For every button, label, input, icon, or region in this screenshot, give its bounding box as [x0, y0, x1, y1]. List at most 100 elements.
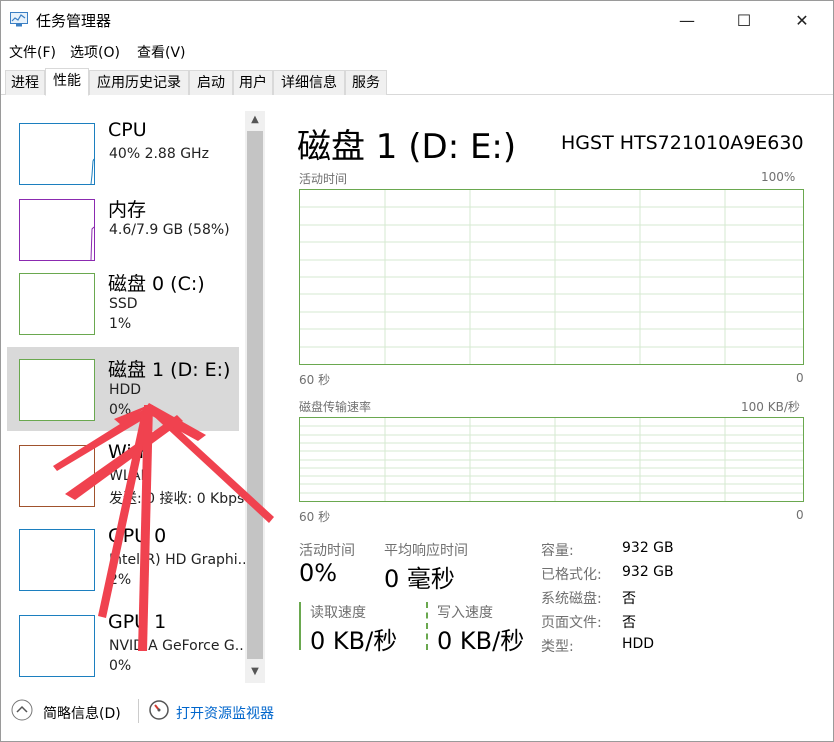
resource-monitor-icon [149, 700, 169, 720]
brief-info-button[interactable]: 简略信息(D) [43, 703, 121, 723]
tab-app-history[interactable]: 应用历史记录 [89, 70, 189, 95]
formatted-label: 已格式化: [541, 567, 602, 583]
tab-startup[interactable]: 启动 [189, 70, 233, 95]
memory-thumbnail [19, 199, 95, 261]
window-title: 任务管理器 [36, 12, 112, 30]
sidebar-item-gpu-1[interactable]: GPU 1 NVIDIA GeForce G... 0% [7, 603, 248, 687]
gpu-0-thumbnail [19, 529, 95, 591]
menu-options[interactable]: 选项(O) [70, 42, 120, 62]
sidebar-item-title: 磁盘 1 (D: E:) [108, 359, 231, 381]
sidebar-item-disk-1[interactable]: 磁盘 1 (D: E:) HDD 0% [7, 347, 239, 431]
minimize-button[interactable]: — [656, 1, 718, 39]
read-speed-label: 读取速度 [310, 605, 366, 621]
sidebar-scrollbar[interactable]: ▲ ▼ [245, 111, 265, 683]
sidebar-item-usage: 发送: 0 接收: 0 Kbps [109, 491, 245, 507]
menu-view[interactable]: 查看(V) [137, 42, 186, 62]
sidebar-item-gpu-0[interactable]: GPU 0 Intel(R) HD Graphi... 2% [7, 517, 251, 601]
capacity-label: 容量: [541, 543, 574, 559]
transfer-rate-grid [300, 418, 803, 501]
sidebar-item-title: CPU [108, 119, 147, 141]
system-disk-value: 否 [622, 591, 636, 607]
title-bar: 任务管理器 — ☐ ✕ [1, 1, 833, 39]
maximize-button[interactable]: ☐ [713, 1, 775, 39]
active-time-graph [299, 189, 804, 365]
task-manager-icon [10, 12, 28, 27]
disk-model: HGST HTS721010A9E630 [561, 132, 804, 154]
sidebar-item-cpu[interactable]: CPU 40% 2.88 GHz [7, 111, 239, 195]
avg-response-label: 平均响应时间 [384, 543, 468, 559]
graph2-max: 100 KB/秒 [741, 400, 800, 414]
sidebar-item-usage: 1% [109, 316, 132, 332]
graph2-label: 磁盘传输速率 [299, 400, 372, 414]
tab-processes[interactable]: 进程 [5, 70, 45, 95]
disk-0-thumbnail [19, 273, 95, 335]
sidebar-item-detail: Intel(R) HD Graphi... [109, 552, 252, 568]
footer-divider [138, 699, 139, 723]
tab-users[interactable]: 用户 [233, 70, 273, 95]
system-disk-label: 系统磁盘: [541, 591, 602, 607]
menu-bar: 文件(F) 选项(O) 查看(V) [1, 39, 833, 63]
tab-performance[interactable]: 性能 [45, 68, 89, 96]
sidebar-item-title: 内存 [108, 199, 147, 221]
open-resource-monitor-link[interactable]: 打开资源监视器 [176, 703, 274, 723]
sidebar-item-title: GPU 0 [108, 525, 167, 547]
sidebar-item-detail: HDD [109, 382, 142, 398]
scroll-up-icon[interactable]: ▲ [245, 111, 265, 129]
scroll-down-icon[interactable]: ▼ [245, 663, 265, 681]
collapse-chevron-icon[interactable] [11, 699, 33, 721]
write-speed-label: 写入速度 [437, 605, 493, 621]
active-time-value: 0% [299, 559, 338, 587]
graph2-time: 60 秒 [299, 510, 331, 524]
graph1-max: 100% [761, 170, 796, 184]
avg-response-value: 0 毫秒 [384, 565, 455, 593]
sidebar-item-disk-0[interactable]: 磁盘 0 (C:) SSD 1% [7, 261, 239, 345]
type-label: 类型: [541, 639, 574, 655]
sidebar-item-wifi[interactable]: Wi-Fi WLAN 发送: 0 接收: 0 Kbps [7, 433, 244, 517]
graph1-label: 活动时间 [299, 172, 348, 186]
wifi-thumbnail [19, 445, 95, 507]
sidebar-item-detail: 4.6/7.9 GB (58%) [109, 222, 230, 238]
sidebar-item-title: GPU 1 [108, 611, 167, 633]
sidebar-item-usage: 0% [109, 658, 132, 674]
sidebar-item-usage: 0% [109, 402, 132, 418]
graph1-min: 0 [796, 371, 804, 385]
page-file-value: 否 [622, 615, 636, 631]
read-speed-value: 0 KB/秒 [310, 627, 398, 655]
capacity-value: 932 GB [622, 540, 674, 556]
sidebar-item-title: Wi-Fi [108, 441, 154, 463]
gpu-1-thumbnail [19, 615, 95, 677]
disk-1-thumbnail [19, 359, 95, 421]
tab-services[interactable]: 服务 [345, 70, 387, 95]
cpu-thumbnail [19, 123, 95, 185]
active-time-grid [300, 190, 803, 364]
sidebar-item-title: 磁盘 0 (C:) [108, 273, 205, 295]
sidebar-item-memory[interactable]: 内存 4.6/7.9 GB (58%) [7, 187, 239, 271]
sidebar-item-detail: NVIDIA GeForce G... [109, 638, 249, 654]
type-value: HDD [622, 636, 655, 652]
menu-file[interactable]: 文件(F) [9, 42, 56, 62]
formatted-value: 932 GB [622, 564, 674, 580]
page-title: 磁盘 1 (D: E:) [297, 127, 517, 167]
graph1-time: 60 秒 [299, 373, 331, 387]
graph2-min: 0 [796, 508, 804, 522]
sidebar-item-detail: WLAN [109, 468, 152, 484]
scroll-thumb[interactable] [247, 131, 263, 659]
page-file-label: 页面文件: [541, 615, 602, 631]
write-speed-value: 0 KB/秒 [437, 627, 525, 655]
transfer-rate-graph [299, 417, 804, 502]
sidebar-item-detail: 40% 2.88 GHz [109, 146, 209, 162]
resource-list: CPU 40% 2.88 GHz 内存 4.6/7.9 GB (58%) 磁盘 … [3, 103, 267, 683]
task-manager-window: 任务管理器 — ☐ ✕ 文件(F) 选项(O) 查看(V) 进程 性能 应用历史… [0, 0, 834, 742]
active-time-label: 活动时间 [299, 543, 355, 559]
write-speed-marker [426, 602, 428, 650]
tab-details[interactable]: 详细信息 [273, 70, 345, 95]
sidebar-item-detail: SSD [109, 296, 138, 312]
sidebar-item-usage: 2% [109, 572, 132, 588]
minimize-icon: — [679, 10, 695, 30]
tab-bar: 进程 性能 应用历史记录 启动 用户 详细信息 服务 [1, 68, 833, 96]
close-button[interactable]: ✕ [771, 1, 833, 39]
close-icon: ✕ [795, 10, 809, 30]
maximize-icon: ☐ [736, 10, 752, 30]
read-speed-marker [299, 602, 301, 650]
footer-bar: 简略信息(D) 打开资源监视器 [1, 691, 833, 741]
